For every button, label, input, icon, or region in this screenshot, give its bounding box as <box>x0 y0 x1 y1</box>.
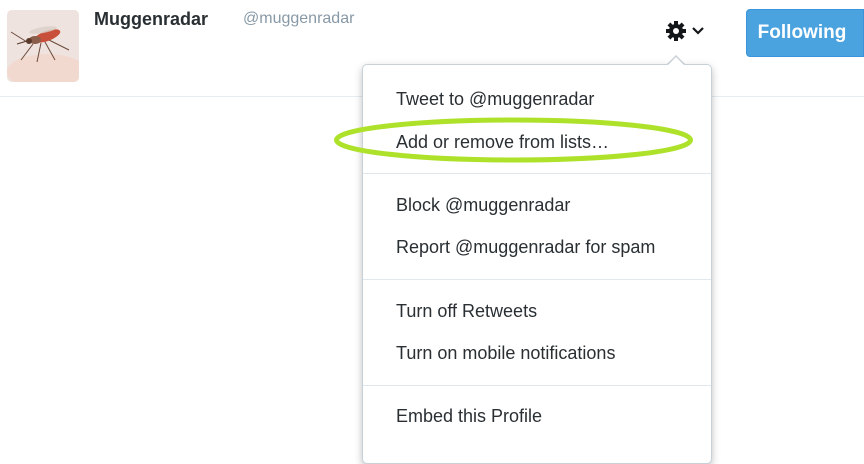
dropdown-caret-inner <box>667 57 685 66</box>
menu-item-add-remove-lists[interactable]: Add or remove from lists… <box>396 132 609 153</box>
menu-item-block[interactable]: Block @muggenradar <box>396 195 570 216</box>
chevron-down-icon <box>692 27 704 35</box>
following-button[interactable]: Following <box>746 9 864 57</box>
menu-divider <box>363 279 711 280</box>
profile-name[interactable]: Muggenradar <box>94 9 208 30</box>
menu-divider <box>363 385 711 386</box>
user-actions-menu-button[interactable] <box>665 20 707 44</box>
profile-handle: @muggenradar <box>243 10 355 27</box>
menu-item-tweet-to[interactable]: Tweet to @muggenradar <box>396 89 594 110</box>
avatar[interactable] <box>7 10 79 82</box>
menu-item-mobile-notifications[interactable]: Turn on mobile notifications <box>396 343 615 364</box>
menu-item-report-spam[interactable]: Report @muggenradar for spam <box>396 237 655 258</box>
menu-divider <box>363 173 711 174</box>
user-actions-dropdown: Tweet to @muggenradar Add or remove from… <box>362 64 712 464</box>
menu-item-turn-off-retweets[interactable]: Turn off Retweets <box>396 301 537 322</box>
menu-item-embed-profile[interactable]: Embed this Profile <box>396 406 542 427</box>
